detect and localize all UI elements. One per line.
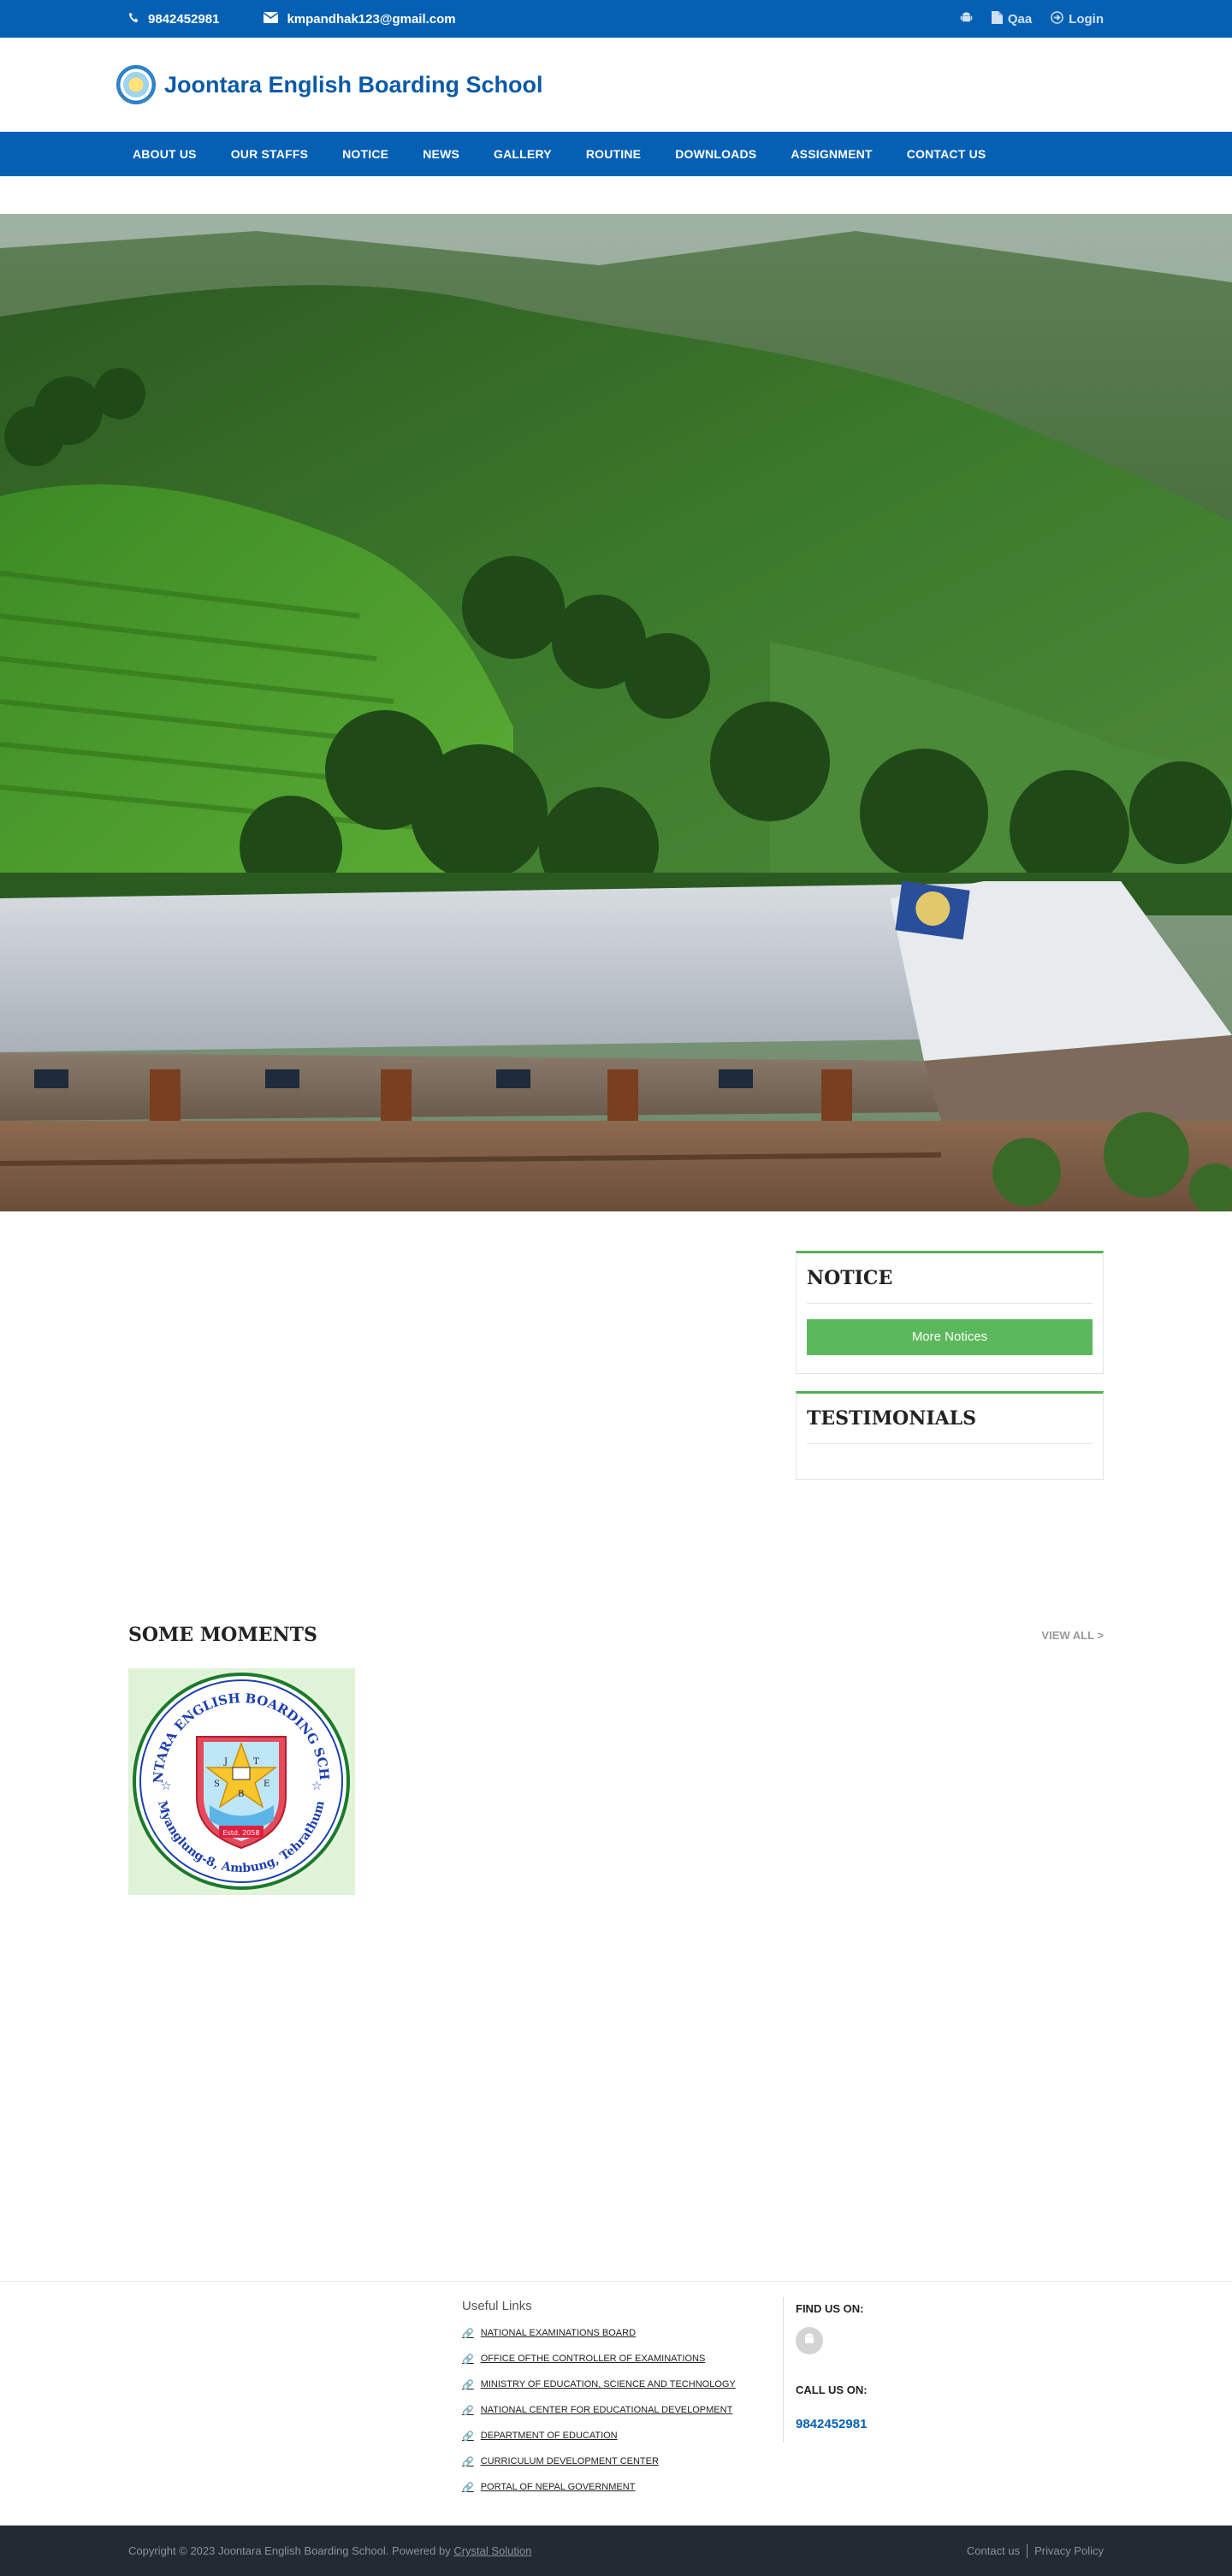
more-notices-button[interactable]: More Notices	[807, 1319, 1093, 1355]
footer-phone[interactable]: 9842452981	[796, 2417, 868, 2431]
testimonials-title: TESTIMONIALS	[807, 1407, 1093, 1444]
top-bar: 9842452981 kmpandhak123@gmail.com Qaa Lo…	[0, 0, 1232, 38]
nav-assignment[interactable]: ASSIGNMENT	[773, 147, 889, 161]
useful-link[interactable]: 🔗 DEPARTMENT OF EDUCATION	[462, 2423, 779, 2449]
main-nav: ABOUT US OUR STAFFS NOTICE NEWS GALLERY …	[0, 132, 1232, 176]
school-logo	[116, 65, 156, 104]
svg-text:E: E	[264, 1780, 270, 1789]
qaa-link[interactable]: Qaa	[991, 10, 1033, 27]
login-icon	[1051, 10, 1063, 27]
nav-contact-us[interactable]: CONTACT US	[890, 147, 1004, 161]
android-app-button[interactable]	[796, 2327, 823, 2354]
nav-news[interactable]: NEWS	[406, 147, 477, 161]
school-emblem-image: JOONTARA ENGLISH BOARDING SCHOOL Myanglu…	[122, 1656, 355, 1895]
link-icon: 🔗	[462, 2379, 474, 2390]
topbar-email-text: kmpandhak123@gmail.com	[287, 11, 456, 27]
footer-link-separator	[1027, 2543, 1028, 2558]
svg-text:S: S	[214, 1780, 220, 1789]
call-us-label: CALL US ON:	[796, 2384, 868, 2396]
login-link[interactable]: Login	[1051, 10, 1104, 27]
link-icon: 🔗	[462, 2328, 474, 2339]
topbar-phone-text: 9842452981	[148, 11, 220, 27]
site-header: Joontara English Boarding School	[0, 38, 1232, 132]
useful-link[interactable]: 🔗 CURRICULUM DEVELOPMENT CENTER	[462, 2449, 779, 2474]
footer-bottom-links: Contact us Privacy Policy	[967, 2526, 1104, 2576]
footer-bottom-bar: Copyright © 2023 Joontara English Boardi…	[0, 2526, 1232, 2576]
useful-link[interactable]: 🔗 NATIONAL CENTER FOR EDUCATIONAL DEVELOP…	[462, 2397, 779, 2423]
useful-link[interactable]: 🔗 NATIONAL EXAMINATIONS BOARD	[462, 2320, 779, 2346]
nav-downloads[interactable]: DOWNLOADS	[658, 147, 773, 161]
svg-text:☆: ☆	[161, 1779, 172, 1792]
android-app-link[interactable]	[960, 11, 973, 27]
moment-thumbnail[interactable]: JOONTARA ENGLISH BOARDING SCHOOL Myanglu…	[122, 1656, 355, 1895]
link-icon: 🔗	[462, 2405, 474, 2416]
useful-link[interactable]: 🔗 OFFICE OFTHE CONTROLLER OF EXAMINATIONS	[462, 2346, 779, 2372]
useful-links: Useful Links 🔗 NATIONAL EXAMINATIONS BOAR…	[462, 2299, 779, 2500]
nav-notice[interactable]: NOTICE	[325, 147, 406, 161]
topbar-phone[interactable]: 9842452981	[128, 12, 219, 27]
document-icon	[991, 10, 1003, 27]
find-us-label: FIND US ON:	[796, 2302, 864, 2315]
envelope-icon	[263, 11, 279, 27]
useful-link[interactable]: 🔗 PORTAL OF NEPAL GOVERNMENT	[462, 2474, 779, 2500]
link-icon: 🔗	[462, 2456, 474, 2467]
useful-links-title: Useful Links	[462, 2299, 532, 2313]
brand-home-link[interactable]: Joontara English Boarding School	[116, 65, 543, 104]
powered-by-link[interactable]: Crystal Solution	[453, 2544, 531, 2557]
footer-divider	[783, 2297, 784, 2443]
hero-banner-image	[0, 214, 1232, 1211]
view-all-link[interactable]: VIEW ALL >	[1041, 1629, 1104, 1642]
svg-text:Estd. 2058: Estd. 2058	[223, 1829, 260, 1837]
find-us-section: FIND US ON: CALL US ON: 9842452981	[796, 2302, 868, 2431]
nav-our-staffs[interactable]: OUR STAFFS	[214, 147, 325, 161]
footer-links-section: Useful Links 🔗 NATIONAL EXAMINATIONS BOAR…	[0, 2281, 1232, 2526]
svg-text:☆: ☆	[311, 1779, 323, 1792]
footer-contact-link[interactable]: Contact us	[967, 2544, 1020, 2557]
privacy-policy-link[interactable]: Privacy Policy	[1034, 2544, 1104, 2557]
android-icon	[960, 11, 973, 27]
qaa-label: Qaa	[1007, 11, 1033, 27]
phone-icon	[128, 12, 139, 27]
notice-widget: NOTICE More Notices	[796, 1251, 1104, 1374]
copyright-text: Copyright © 2023 Joontara English Boardi…	[128, 2544, 454, 2557]
useful-link[interactable]: 🔗 MINISTRY OF EDUCATION, SCIENCE AND TECH…	[462, 2372, 779, 2397]
school-name: Joontara English Boarding School	[164, 71, 543, 98]
link-icon: 🔗	[462, 2431, 474, 2442]
nav-routine[interactable]: ROUTINE	[569, 147, 658, 161]
android-icon	[803, 2332, 816, 2350]
link-icon: 🔗	[462, 2482, 474, 2493]
login-label: Login	[1069, 11, 1104, 27]
nav-gallery[interactable]: GALLERY	[477, 147, 569, 161]
link-icon: 🔗	[462, 2354, 474, 2365]
topbar-email[interactable]: kmpandhak123@gmail.com	[263, 11, 456, 27]
moments-title: SOME MOMENTS	[128, 1624, 317, 1646]
testimonials-widget: TESTIMONIALS	[796, 1391, 1104, 1480]
svg-text:T: T	[253, 1757, 259, 1767]
svg-text:B: B	[238, 1790, 244, 1799]
notice-title: NOTICE	[807, 1267, 1093, 1304]
copyright: Copyright © 2023 Joontara English Boardi…	[128, 2526, 531, 2576]
svg-text:J: J	[223, 1757, 228, 1767]
nav-about-us[interactable]: ABOUT US	[116, 147, 214, 161]
